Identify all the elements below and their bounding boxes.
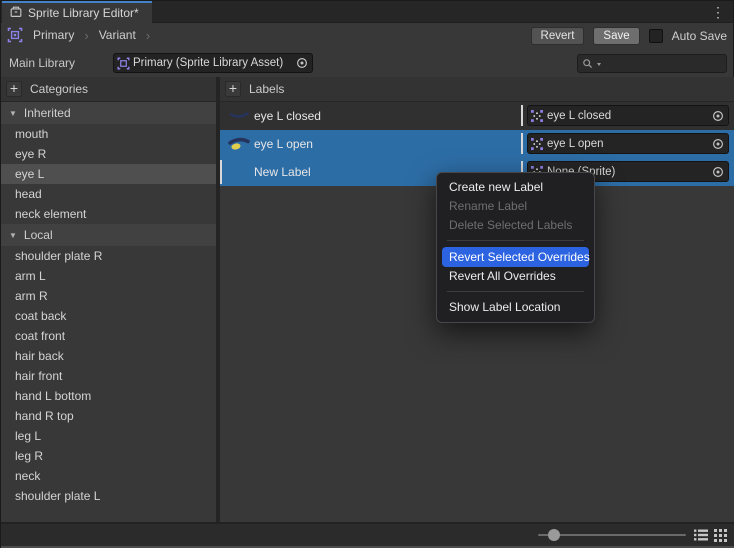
category-item-eye-r[interactable]: eye R [1,144,216,164]
add-category-button[interactable]: + [6,81,22,97]
categories-title: Categories [30,82,88,96]
save-button[interactable]: Save [593,27,639,45]
sprite-field-value: eye L open [547,138,707,150]
revert-button[interactable]: Revert [531,27,585,45]
breadcrumb-separator-icon: › [146,28,150,43]
object-picker-icon[interactable] [295,56,309,70]
chevron-down-icon: ▼ [9,231,17,240]
menu-item-rename-label: Rename Label [437,197,594,216]
category-item-shoulder-plate-l[interactable]: shoulder plate L [1,486,216,506]
search-dropdown-caret-icon [596,61,602,67]
chevron-down-icon: ▼ [9,109,17,118]
sprite-library-asset-icon [117,57,130,70]
category-item-arm-r[interactable]: arm R [1,286,216,306]
sprite-field-value: eye L closed [547,110,707,122]
library-window-icon [9,5,23,22]
category-item-hair-back[interactable]: hair back [1,346,216,366]
categories-header: + Categories [1,77,216,102]
override-indicator [521,105,523,126]
group-label: Local [24,228,53,242]
override-indicator [521,133,523,154]
labels-title: Labels [249,82,284,96]
auto-save-label: Auto Save [672,29,727,43]
view-mode-buttons [693,528,728,542]
toolbar-actions: Revert Save Auto Save [531,27,727,45]
tab-strip: Sprite Library Editor* ⋮ [1,1,733,23]
eye-closed-sprite-icon [226,110,252,122]
toolbar: Primary › Variant › Revert Save Auto Sav… [1,23,733,49]
label-row-eye-l-closed[interactable]: eye L closed eye L closed [220,102,734,130]
kebab-menu-icon[interactable]: ⋮ [711,3,725,21]
category-item-neck[interactable]: neck [1,466,216,486]
grid-view-icon[interactable] [713,528,728,542]
group-label: Inherited [24,106,71,120]
breadcrumb-separator-icon: › [84,28,88,43]
group-header-local[interactable]: ▼ Local [1,224,216,246]
sprite-object-field[interactable]: eye L open [527,133,729,154]
main-library-object-field[interactable]: Primary (Sprite Library Asset) [113,53,313,73]
category-item-mouth[interactable]: mouth [1,124,216,144]
tab-sprite-library-editor[interactable]: Sprite Library Editor* [2,1,152,23]
label-name: eye L closed [254,109,321,123]
main-library-value: Primary (Sprite Library Asset) [133,57,292,69]
main-library-label: Main Library [9,56,75,70]
search-input[interactable] [577,54,727,73]
category-item-arm-l[interactable]: arm L [1,266,216,286]
category-item-coat-back[interactable]: coat back [1,306,216,326]
thumbnail-size-slider[interactable] [538,534,686,536]
object-picker-icon[interactable] [711,109,725,123]
label-name: New Label [254,165,311,179]
sprite-object-field[interactable]: eye L closed [527,105,729,126]
breadcrumb-item-variant[interactable]: Variant [95,27,140,43]
category-item-leg-r[interactable]: leg R [1,446,216,466]
sprite-icon [531,138,543,150]
eye-open-sprite-icon [226,136,252,152]
search-icon [582,58,594,70]
menu-item-create-new-label[interactable]: Create new Label [437,178,594,197]
sprite-library-icon [7,27,23,43]
categories-list: ▼ Inherited mouth eye R eye L head neck … [1,102,216,522]
breadcrumb-item-primary[interactable]: Primary [29,27,78,43]
category-item-hand-r-top[interactable]: hand R top [1,406,216,426]
group-header-inherited[interactable]: ▼ Inherited [1,102,216,124]
menu-separator [447,240,584,241]
category-item-hand-l-bottom[interactable]: hand L bottom [1,386,216,406]
override-indicator [220,160,222,184]
menu-item-delete-selected-labels: Delete Selected Labels [437,216,594,235]
category-item-neck-element[interactable]: neck element [1,204,216,224]
menu-item-show-label-location[interactable]: Show Label Location [437,298,594,317]
menu-item-revert-selected-overrides[interactable]: Revert Selected Overrides [442,247,589,267]
sprite-library-editor-window: Sprite Library Editor* ⋮ Primary › Varia… [0,0,734,548]
category-item-coat-front[interactable]: coat front [1,326,216,346]
slider-knob[interactable] [548,529,560,541]
category-item-leg-l[interactable]: leg L [1,426,216,446]
category-item-hair-front[interactable]: hair front [1,366,216,386]
sprite-icon [531,110,543,122]
label-name: eye L open [254,137,313,151]
list-view-icon[interactable] [693,528,708,542]
bottom-bar [1,524,734,546]
context-menu: Create new Label Rename Label Delete Sel… [436,172,595,323]
category-item-shoulder-plate-r[interactable]: shoulder plate R [1,246,216,266]
breadcrumb: Primary › Variant › [7,27,150,43]
tab-title: Sprite Library Editor* [28,6,139,20]
auto-save-checkbox[interactable] [649,29,663,43]
add-label-button[interactable]: + [225,81,241,97]
menu-separator [447,291,584,292]
object-picker-icon[interactable] [711,165,725,179]
category-item-head[interactable]: head [1,184,216,204]
category-item-eye-l[interactable]: eye L [1,164,216,184]
object-picker-icon[interactable] [711,137,725,151]
labels-header: + Labels [220,77,734,102]
menu-item-revert-all-overrides[interactable]: Revert All Overrides [437,267,594,286]
label-row-eye-l-open[interactable]: eye L open eye L open [220,130,734,158]
